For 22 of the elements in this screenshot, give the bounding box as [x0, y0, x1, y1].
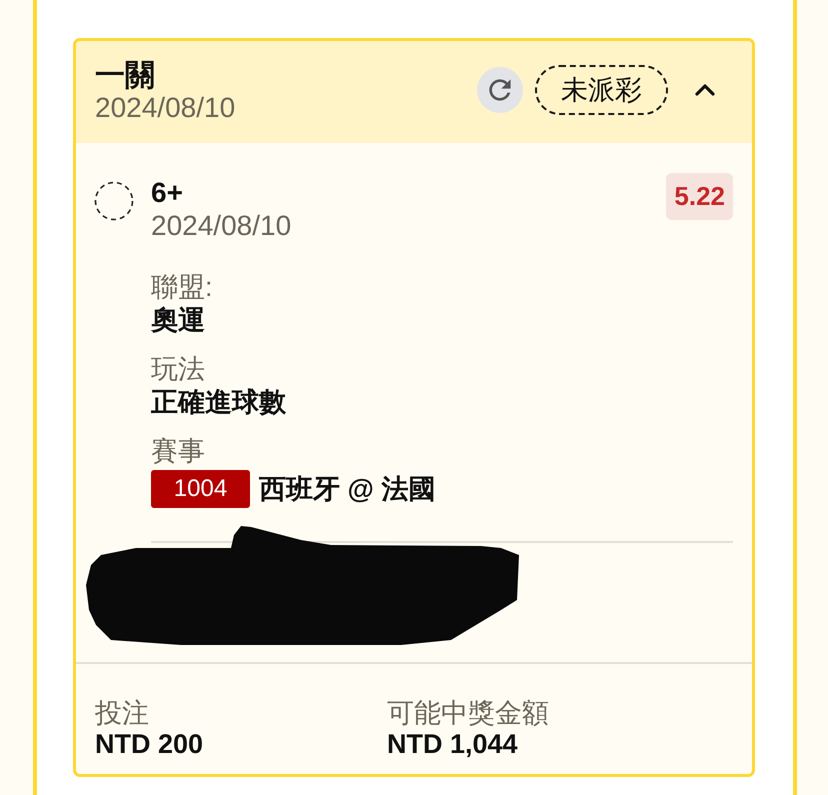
event-code-badge: 1004 [151, 470, 250, 508]
selection-date: 2024/08/10 [151, 209, 292, 243]
detail-label: 聯盟: [151, 271, 214, 304]
dashed-circle-icon [94, 181, 134, 221]
collapse-button[interactable] [695, 83, 715, 97]
refresh-button[interactable] [477, 67, 523, 113]
detail-value: 正確進球數 [151, 386, 287, 419]
detail-value: 奧運 [151, 304, 206, 337]
event-name: 西班牙 @ 法國 [259, 472, 436, 506]
caret-icon [695, 83, 715, 97]
detail-label: 玩法 [151, 353, 206, 386]
summary-label: 可能中獎金額 [387, 698, 550, 728]
status-badge: 未派彩 [535, 65, 668, 115]
bet-date: 2024/08/10 [95, 92, 236, 124]
selection-pick: 6+ [151, 177, 184, 209]
bet-type-title: 一關 [95, 60, 156, 92]
odds-badge: 5.22 [666, 173, 733, 220]
summary-value: NTD 200 [95, 728, 204, 760]
summary-label: 投注 [95, 698, 150, 728]
summary-value: NTD 1,044 [387, 728, 519, 760]
detail-label: 賽事 [151, 435, 206, 468]
refresh-icon [477, 67, 523, 113]
